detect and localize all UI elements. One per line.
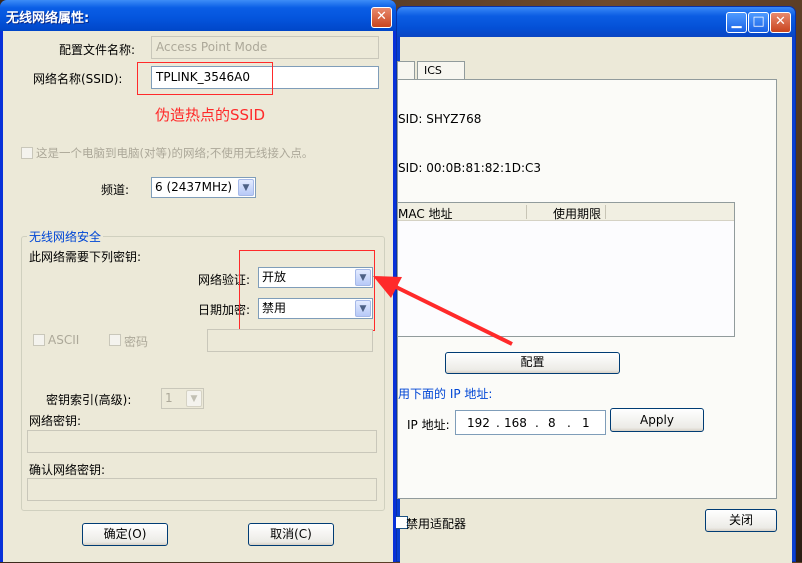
annotation-arrow: [373, 276, 513, 346]
arrow-shaft: [395, 285, 513, 346]
